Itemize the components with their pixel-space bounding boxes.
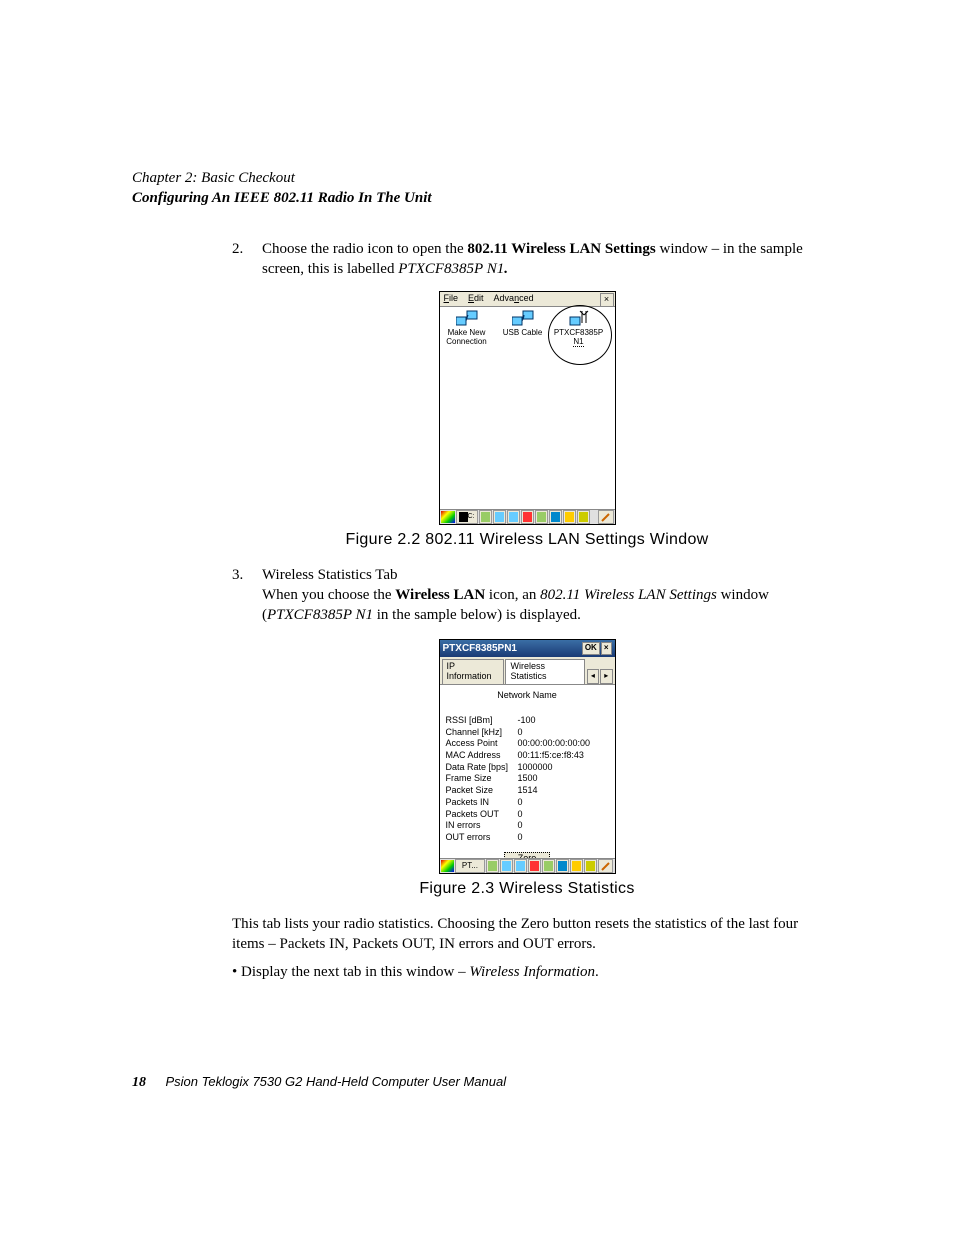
figure-2-3-caption: Figure 2.3 Wireless Statistics	[232, 878, 822, 900]
menu-advanced[interactable]: Advanced	[494, 294, 534, 304]
screenshot-lan-settings: File Edit Advanced × Make New Connection…	[439, 291, 616, 525]
annotation-circle	[548, 305, 612, 365]
page-number: 18	[132, 1075, 146, 1090]
taskbar: C:	[440, 509, 615, 524]
stat-row: Packets OUT0	[446, 809, 609, 821]
section-title: Configuring An IEEE 802.11 Radio In The …	[132, 188, 822, 208]
taskbar: PT...	[440, 858, 615, 873]
taskbar-item[interactable]: PT...	[455, 859, 485, 873]
step-3-text: Wireless Statistics Tab When you choose …	[262, 565, 822, 626]
tray-icon[interactable]	[563, 510, 576, 524]
figure-2-2-caption: Figure 2.2 802.11 Wireless LAN Settings …	[232, 529, 822, 551]
tray-icon[interactable]	[521, 510, 534, 524]
tray-icon[interactable]	[535, 510, 548, 524]
usb-icon	[512, 309, 534, 327]
titlebar: PTXCF8385PN1 OK ×	[440, 640, 615, 657]
menu-file[interactable]: File	[444, 294, 459, 304]
stat-row: OUT errors0	[446, 832, 609, 844]
tray-icon[interactable]	[486, 859, 499, 873]
tab-scroll-right[interactable]: ▸	[600, 669, 612, 684]
tray-icon[interactable]	[514, 859, 527, 873]
tray-icon[interactable]	[528, 859, 541, 873]
bullet-next-tab: Display the next tab in this window – Wi…	[232, 962, 822, 982]
close-button[interactable]: ×	[600, 293, 614, 307]
step-3: 3. Wireless Statistics Tab When you choo…	[232, 565, 822, 626]
stats-panel: Network Name RSSI [dBm]-100 Channel [kHz…	[440, 685, 615, 862]
taskbar-item[interactable]: C:	[456, 510, 478, 524]
tab-row: IP Information Wireless Statistics ◂ ▸	[440, 657, 615, 685]
stats-list: RSSI [dBm]-100 Channel [kHz]0 Access Poi…	[446, 715, 609, 844]
zero-explanation: This tab lists your radio statistics. Ch…	[232, 914, 822, 955]
start-button[interactable]	[441, 511, 455, 523]
menu-edit[interactable]: Edit	[468, 294, 484, 304]
start-button[interactable]	[441, 860, 454, 872]
tray-icon[interactable]	[493, 510, 506, 524]
make-new-connection-icon[interactable]: Make New Connection	[442, 309, 492, 347]
close-button[interactable]: ×	[601, 642, 612, 655]
tab-ip-information[interactable]: IP Information	[442, 659, 505, 684]
tray-icon[interactable]	[542, 859, 555, 873]
pen-icon	[601, 513, 611, 522]
tray-icon[interactable]	[577, 510, 590, 524]
stat-row: MAC Address00:11:f5:ce:f8:43	[446, 750, 609, 762]
stat-row: Packets IN0	[446, 797, 609, 809]
tab-wireless-statistics[interactable]: Wireless Statistics	[505, 659, 584, 684]
step-2-number: 2.	[232, 239, 262, 280]
sip-button[interactable]	[598, 859, 613, 873]
tray-icon[interactable]	[479, 510, 492, 524]
page-footer: 18 Psion Teklogix 7530 G2 Hand-Held Comp…	[132, 1073, 506, 1093]
menubar: File Edit Advanced	[440, 292, 615, 307]
tray-icon[interactable]	[500, 859, 513, 873]
sip-button[interactable]	[598, 510, 614, 524]
screenshot-wireless-statistics: PTXCF8385PN1 OK × IP Information Wireles…	[439, 639, 616, 874]
connection-icon	[456, 309, 478, 327]
step-3-number: 3.	[232, 565, 262, 626]
stat-row: Packet Size1514	[446, 785, 609, 797]
step-2: 2. Choose the radio icon to open the 802…	[232, 239, 822, 280]
stat-row: IN errors0	[446, 820, 609, 832]
stat-row: Access Point00:00:00:00:00:00	[446, 738, 609, 750]
chapter-line: Chapter 2: Basic Checkout	[132, 168, 822, 188]
ok-button[interactable]: OK	[582, 642, 600, 655]
network-name-label: Network Name	[446, 691, 609, 701]
stat-row: RSSI [dBm]-100	[446, 715, 609, 727]
manual-title: Psion Teklogix 7530 G2 Hand-Held Compute…	[166, 1074, 507, 1089]
tray-icon[interactable]	[570, 859, 583, 873]
stat-row: Frame Size1500	[446, 773, 609, 785]
stat-row: Data Rate [bps]1000000	[446, 762, 609, 774]
step-2-text: Choose the radio icon to open the 802.11…	[262, 239, 822, 280]
desktop-area: Make New Connection USB Cable PTXCF8385P…	[440, 307, 615, 503]
pen-icon	[601, 862, 611, 871]
stat-row: Channel [kHz]0	[446, 727, 609, 739]
window-title: PTXCF8385PN1	[443, 643, 517, 654]
tray-icon[interactable]	[507, 510, 520, 524]
tray-icon[interactable]	[549, 510, 562, 524]
tray-icon[interactable]	[556, 859, 569, 873]
tray-icon[interactable]	[584, 859, 597, 873]
tab-scroll-left[interactable]: ◂	[587, 669, 599, 684]
usb-cable-icon[interactable]: USB Cable	[498, 309, 548, 338]
